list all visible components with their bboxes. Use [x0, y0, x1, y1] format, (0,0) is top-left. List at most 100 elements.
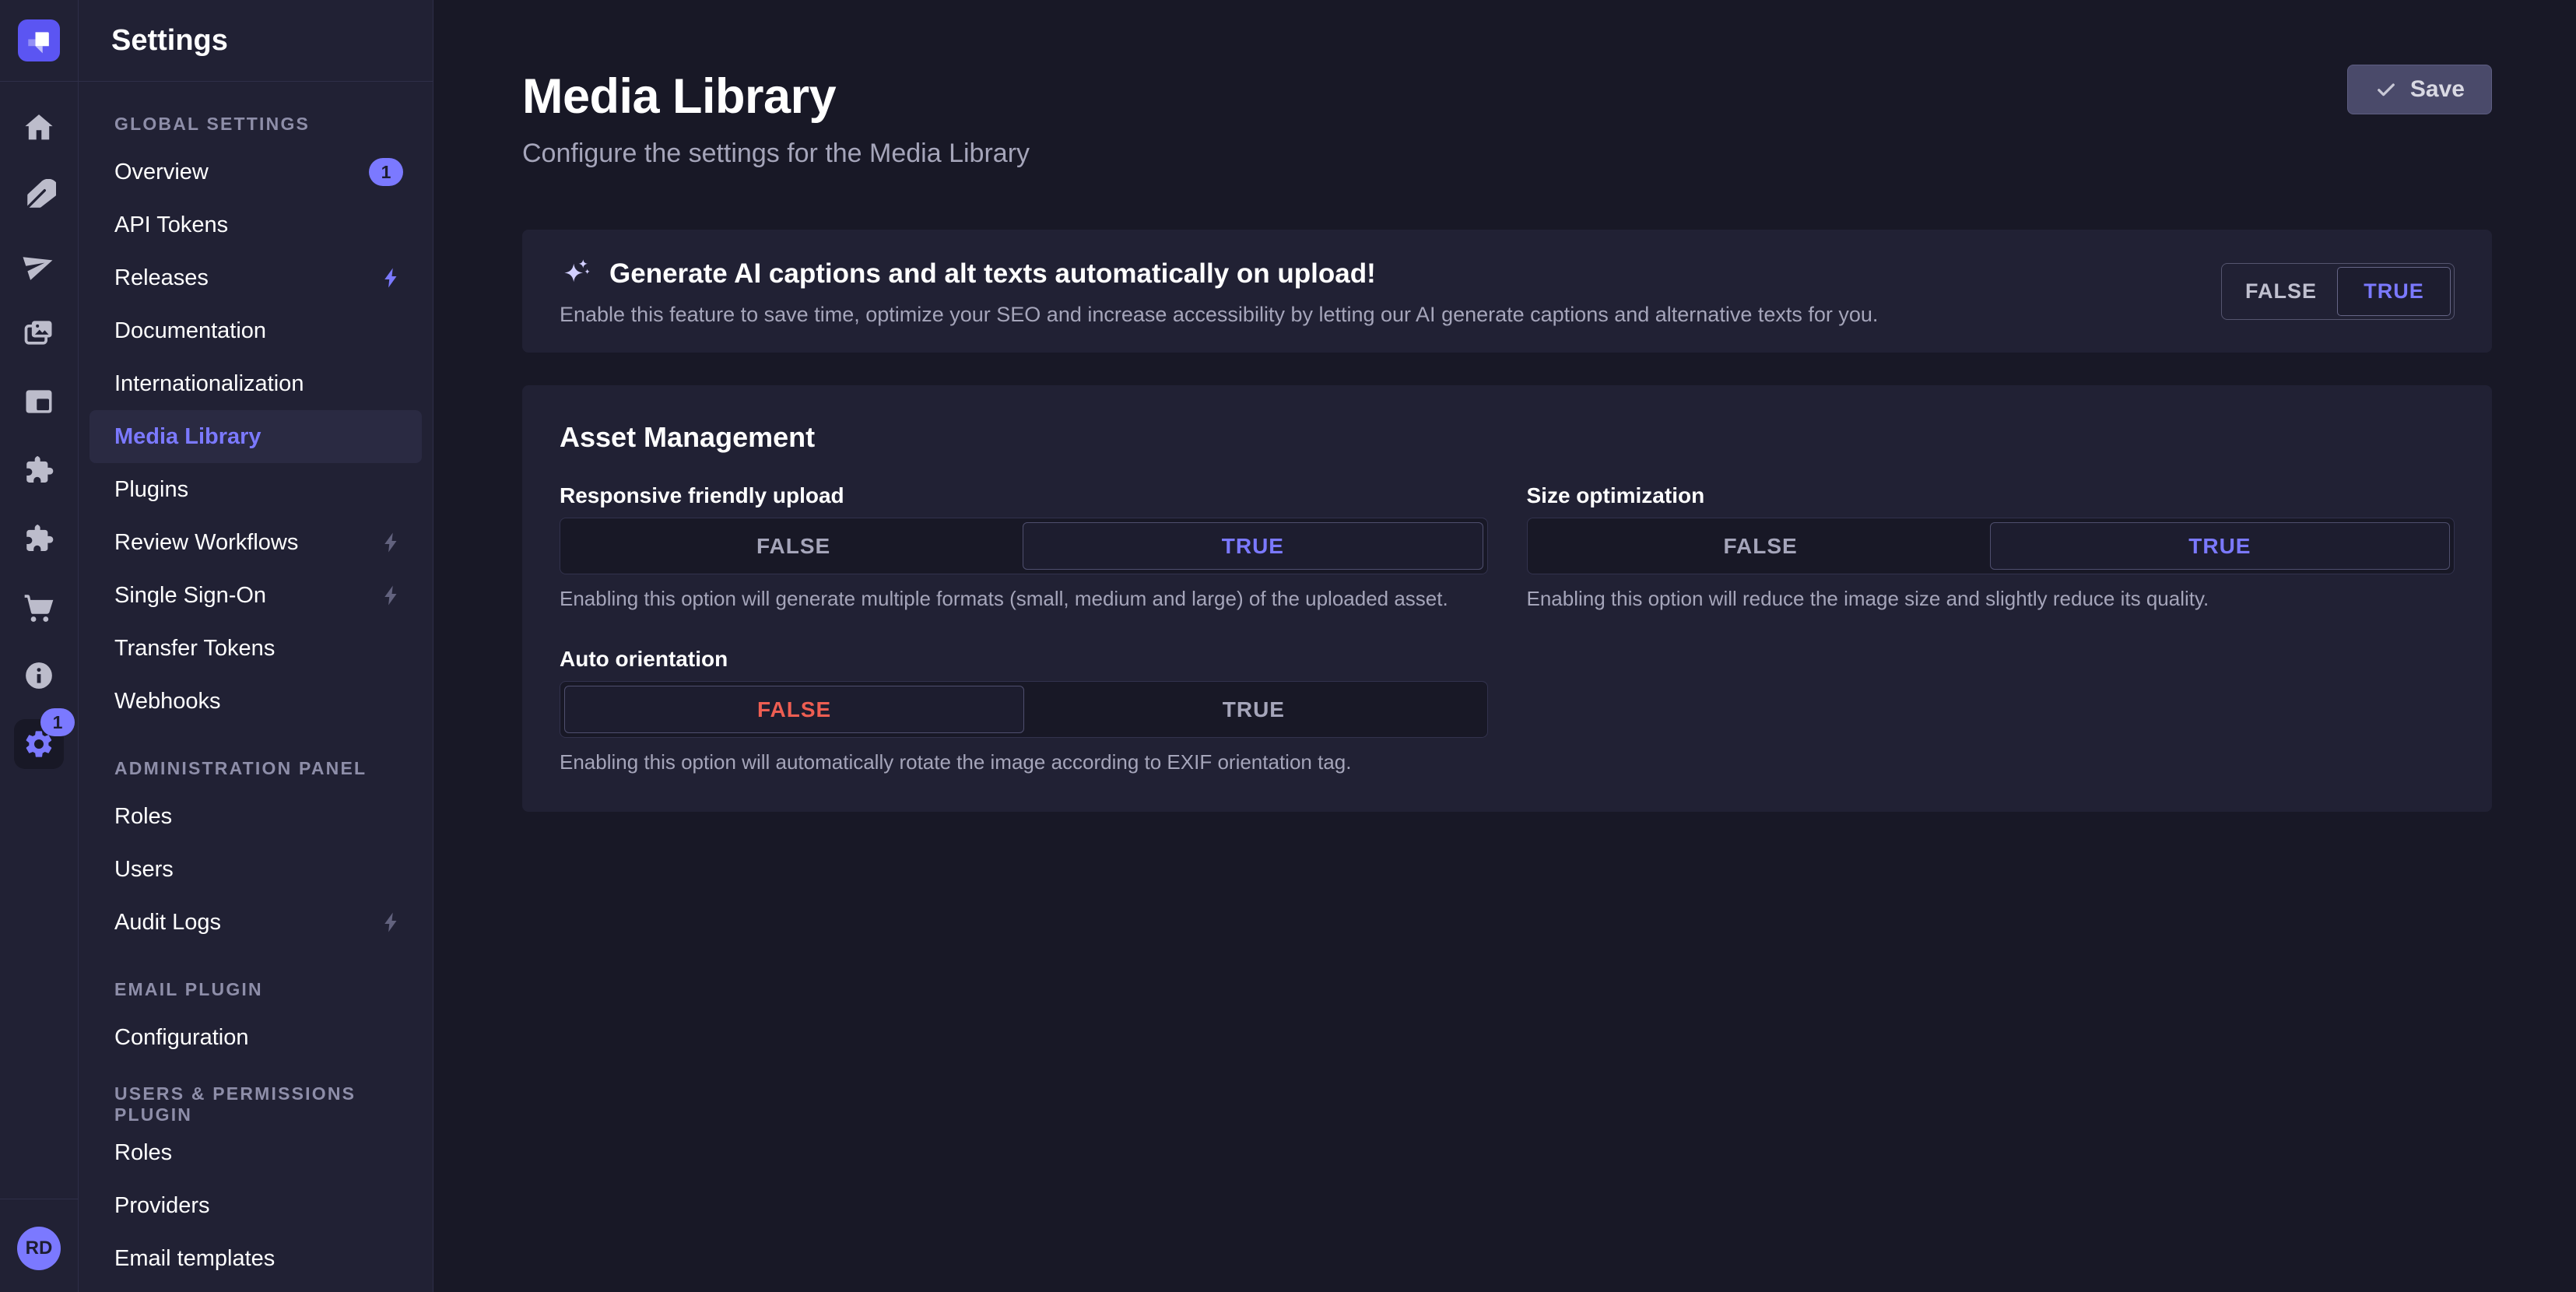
rail-icon-cart[interactable] [21, 589, 57, 625]
info-icon [22, 658, 56, 693]
sidebar-item-label: Email templates [114, 1246, 275, 1272]
sidebar-item-label: Roles [114, 1140, 172, 1166]
rail-icon-media[interactable] [21, 315, 57, 351]
sidebar-item-email-templates[interactable]: Email templates [89, 1232, 422, 1285]
responsive-friendly-upload-toggle: FALSETRUE [560, 518, 1488, 574]
puzzle-icon [22, 453, 56, 487]
rail-header [0, 0, 78, 82]
sidebar-section-header: USERS & PERMISSIONS PLUGIN [79, 1083, 433, 1126]
sidebar-section: ADMINISTRATION PANELRoles Users Audit Logs [79, 746, 433, 949]
auto-orientation-toggle-true[interactable]: TRUE [1024, 686, 1483, 733]
cart-icon [22, 590, 56, 624]
lightning-bolt-icon [380, 911, 403, 934]
rail-icon-settings[interactable]: 1 [14, 719, 64, 769]
save-button[interactable]: Save [2347, 65, 2492, 114]
field-size-optimization: Size optimizationFALSETRUEEnabling this … [1527, 483, 2455, 611]
app-root: 1 RD Settings GLOBAL SETTINGSOverview1AP… [0, 0, 2576, 1292]
sidebar-item-providers[interactable]: Providers [89, 1179, 422, 1232]
strapi-logo[interactable] [18, 19, 60, 61]
sidebar-item-label: Transfer Tokens [114, 636, 275, 662]
sidebar-item-label: Documentation [114, 318, 266, 344]
sidebar-sections: GLOBAL SETTINGS Overview 1 API Tokens Releas… [79, 82, 433, 1285]
sidebar-item-documentation[interactable]: Documentation [89, 304, 422, 357]
layout-icon [22, 384, 56, 419]
rail-icon-feather[interactable] [21, 178, 57, 214]
sidebar-item-label: Media Library [114, 424, 261, 450]
sidebar-item-label: Users [114, 857, 174, 883]
banner-text-block: Generate AI captions and alt texts autom… [560, 256, 2221, 327]
check-icon [2374, 78, 2398, 101]
sidebar-item-roles[interactable]: Roles [89, 790, 422, 843]
ai-caption-toggle: FALSE TRUE [2221, 263, 2455, 320]
field-label: Responsive friendly upload [560, 483, 1488, 508]
sidebar-item-api-tokens[interactable]: API Tokens [89, 198, 422, 251]
sidebar-item-media-library[interactable]: Media Library [89, 410, 422, 463]
home-icon [22, 111, 56, 145]
sidebar-item-releases[interactable]: Releases [89, 251, 422, 304]
sidebar-item-internationalization[interactable]: Internationalization [89, 357, 422, 410]
asset-management-card: Asset Management Responsive friendly upl… [522, 385, 2492, 812]
sidebar-item-label: Internationalization [114, 371, 304, 397]
card-fields-grid: Responsive friendly uploadFALSETRUEEnabl… [560, 483, 2455, 774]
save-button-label: Save [2410, 76, 2465, 103]
lightning-bolt-icon [380, 266, 403, 290]
sidebar-item-configuration[interactable]: Configuration [89, 1011, 422, 1064]
field-label: Auto orientation [560, 647, 1488, 672]
rail-icon-layout[interactable] [21, 384, 57, 420]
sidebar-section-header: GLOBAL SETTINGS [79, 102, 433, 146]
field-hint: Enabling this option will generate multi… [560, 587, 1488, 611]
rail-icon-home[interactable] [21, 110, 57, 146]
sidebar-item-label: Review Workflows [114, 530, 298, 556]
field-responsive-friendly-upload: Responsive friendly upload FALSETRUE Enabl… [560, 483, 1488, 611]
strapi-logo-icon [18, 19, 60, 61]
card-title: Asset Management [560, 421, 2455, 454]
rail-icon-puzzle[interactable] [21, 452, 57, 488]
sidebar-item-single-sign-on[interactable]: Single Sign-On [89, 569, 422, 622]
ai-caption-toggle-true[interactable]: TRUE [2337, 267, 2451, 316]
sidebar-item-label: Overview [114, 160, 209, 185]
size-optimization-toggle-true[interactable]: TRUE [1990, 522, 2450, 570]
sidebar-section: USERS & PERMISSIONS PLUGIN Roles Providers… [79, 1083, 433, 1285]
sidebar-item-label: Providers [114, 1193, 210, 1219]
banner-description: Enable this feature to save time, optimi… [560, 303, 2221, 327]
sidebar-section: GLOBAL SETTINGS Overview 1 API Tokens Releas… [79, 102, 433, 728]
banner-title: Generate AI captions and alt texts autom… [609, 258, 1376, 290]
sidebar-item-users[interactable]: Users [89, 843, 422, 896]
settings-sidebar: Settings GLOBAL SETTINGSOverview1API Tok… [79, 0, 433, 1292]
sidebar-item-label: Single Sign-On [114, 583, 266, 609]
sidebar-item-roles[interactable]: Roles [89, 1126, 422, 1179]
lightning-bolt-icon [380, 584, 403, 607]
sidebar-item-webhooks[interactable]: Webhooks [89, 675, 422, 728]
auto-orientation-toggle: FALSETRUE [560, 681, 1488, 738]
size-optimization-toggle-false[interactable]: FALSE [1532, 522, 1990, 570]
field-auto-orientation: Auto orientationFALSETRUEEnabling this o… [560, 647, 1488, 774]
main-nav-rail: 1 RD [0, 0, 79, 1292]
sidebar-item-label: API Tokens [114, 212, 228, 238]
notification-count-badge: 1 [369, 158, 403, 186]
field-hint: Enabling this option will reduce the ima… [1527, 587, 2455, 611]
lightning-bolt-icon [380, 531, 403, 554]
rail-icon-info[interactable] [21, 658, 57, 693]
sidebar-section-header: ADMINISTRATION PANEL [79, 746, 433, 790]
page-subtitle: Configure the settings for the Media Lib… [522, 139, 2492, 169]
responsive-friendly-upload-toggle-true[interactable]: TRUE [1023, 522, 1483, 570]
rail-icon-list [21, 82, 57, 693]
sidebar-item-review-workflows[interactable]: Review Workflows [89, 516, 422, 569]
sidebar-item-label: Releases [114, 265, 209, 291]
sidebar-item-plugins[interactable]: Plugins [89, 463, 422, 516]
size-optimization-toggle: FALSETRUE [1527, 518, 2455, 574]
sidebar-item-audit-logs[interactable]: Audit Logs [89, 896, 422, 949]
ai-caption-banner: Generate AI captions and alt texts autom… [522, 230, 2492, 353]
rail-icon-paper-plane[interactable] [21, 247, 57, 283]
sidebar-item-label: Audit Logs [114, 910, 221, 936]
rail-icon-puzzle-2[interactable] [21, 521, 57, 556]
auto-orientation-toggle-false[interactable]: FALSE [564, 686, 1024, 733]
responsive-friendly-upload-toggle-false[interactable]: FALSE [564, 522, 1023, 570]
sidebar-item-overview[interactable]: Overview 1 [89, 146, 422, 198]
sidebar-item-transfer-tokens[interactable]: Transfer Tokens [89, 622, 422, 675]
page-title: Media Library [522, 68, 2492, 125]
ai-caption-toggle-false[interactable]: FALSE [2225, 267, 2337, 316]
user-avatar[interactable]: RD [17, 1227, 61, 1270]
puzzle-2-icon [22, 521, 56, 556]
feather-icon [22, 179, 56, 213]
